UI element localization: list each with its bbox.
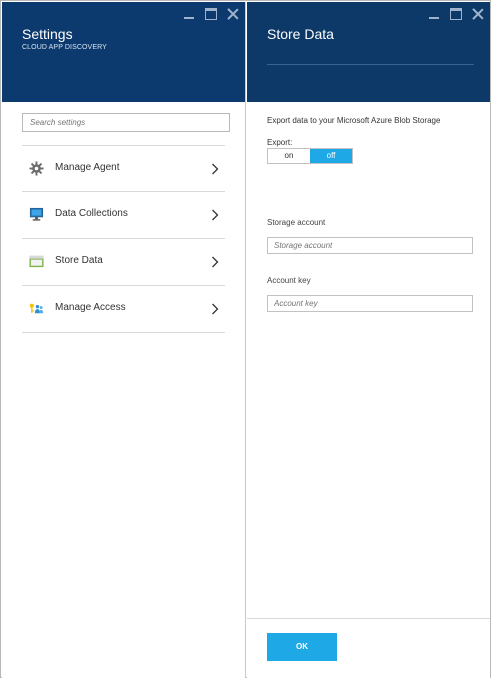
account-key-input[interactable]	[267, 295, 473, 312]
chevron-right-icon	[212, 303, 219, 315]
users-key-icon	[29, 303, 44, 314]
export-toggle[interactable]: on off	[267, 148, 353, 164]
account-key-label: Account key	[267, 276, 311, 285]
store-data-header: Store Data	[247, 2, 490, 102]
maximize-icon[interactable]	[450, 8, 462, 20]
menu-item-manage-agent[interactable]: Manage Agent	[22, 145, 225, 192]
storage-account-input[interactable]	[267, 237, 473, 254]
settings-menu: Manage Agent Data Collections Store Data…	[22, 145, 225, 333]
gear-icon	[29, 161, 44, 176]
export-label: Export:	[267, 138, 293, 147]
menu-item-label: Manage Access	[55, 302, 126, 313]
store-data-window-controls	[428, 7, 484, 21]
store-data-blade: Store Data Export data to your Microsoft…	[247, 2, 490, 678]
menu-item-store-data[interactable]: Store Data	[22, 239, 225, 286]
minimize-icon[interactable]	[183, 8, 195, 20]
settings-subtitle: CLOUD APP DISCOVERY	[22, 44, 107, 51]
ok-button[interactable]: OK	[267, 633, 337, 661]
storage-icon	[29, 255, 44, 268]
monitor-icon	[29, 207, 44, 221]
chevron-right-icon	[212, 256, 219, 268]
export-toggle-off[interactable]: off	[310, 149, 352, 163]
export-toggle-on[interactable]: on	[268, 149, 310, 163]
menu-item-label: Data Collections	[55, 208, 128, 219]
menu-item-label: Manage Agent	[55, 162, 120, 173]
header-divider	[267, 64, 474, 65]
chevron-right-icon	[212, 163, 219, 175]
minimize-icon[interactable]	[428, 8, 440, 20]
close-icon[interactable]	[472, 8, 484, 20]
settings-window-controls	[183, 7, 239, 21]
menu-item-data-collections[interactable]: Data Collections	[22, 192, 225, 239]
chevron-right-icon	[212, 209, 219, 221]
menu-item-manage-access[interactable]: Manage Access	[22, 286, 225, 333]
maximize-icon[interactable]	[205, 8, 217, 20]
app-window: Settings CLOUD APP DISCOVERY Search sett…	[0, 0, 491, 678]
menu-item-label: Store Data	[55, 255, 103, 266]
footer-divider	[247, 618, 490, 619]
close-icon[interactable]	[227, 8, 239, 20]
settings-header: Settings CLOUD APP DISCOVERY	[2, 2, 245, 102]
settings-title: Settings	[22, 26, 73, 42]
storage-account-label: Storage account	[267, 218, 326, 227]
store-data-title: Store Data	[267, 26, 334, 42]
settings-blade: Settings CLOUD APP DISCOVERY Search sett…	[2, 2, 246, 678]
export-description: Export data to your Microsoft Azure Blob…	[267, 116, 441, 125]
search-settings-input[interactable]	[22, 113, 230, 132]
